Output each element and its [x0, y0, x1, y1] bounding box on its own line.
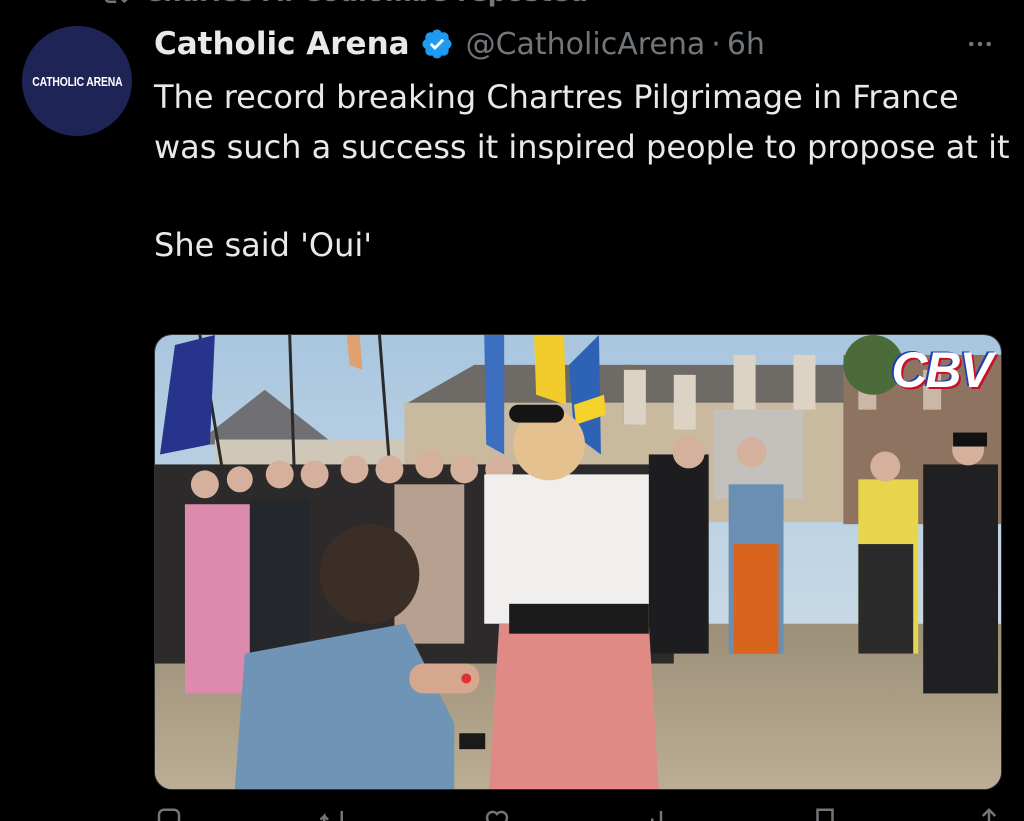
avatar[interactable]: CATHOLIC ARENA [22, 26, 132, 136]
reply-icon[interactable] [154, 806, 184, 821]
tweet-text-line: The record breaking Chartres Pilgrimage … [154, 78, 1010, 166]
timestamp[interactable]: 6h [727, 27, 765, 62]
tweet-text-line: She said 'Oui' [154, 226, 373, 264]
tweet-video[interactable]: CBV [154, 334, 1002, 790]
tweet-actions [154, 806, 1004, 821]
repost-icon[interactable] [318, 806, 348, 821]
tweet-header: Catholic Arena @CatholicArena · 6h [154, 20, 1004, 68]
handle[interactable]: @CatholicArena [466, 27, 706, 62]
video-frame [155, 335, 1001, 789]
share-icon[interactable] [974, 806, 1004, 821]
more-icon [969, 41, 991, 47]
video-overlay-logo: CBV [891, 342, 993, 398]
verified-badge-icon[interactable] [420, 27, 454, 61]
avatar-text: CATHOLIC ARENA [31, 73, 123, 89]
tweet-text: The record breaking Chartres Pilgrimage … [154, 72, 1014, 270]
more-options-button[interactable] [960, 24, 1000, 64]
repost-label: Charles A. Coulombe reposted [144, 0, 588, 8]
display-name[interactable]: Catholic Arena [154, 26, 410, 62]
separator-dot: · [711, 26, 721, 62]
tweet-page: Charles A. Coulombe reposted CATHOLIC AR… [0, 0, 1024, 821]
bookmark-icon[interactable] [810, 806, 840, 821]
repost-icon [104, 0, 128, 4]
repost-indicator[interactable]: Charles A. Coulombe reposted [100, 0, 588, 8]
views-icon[interactable] [646, 806, 676, 821]
like-icon[interactable] [482, 806, 512, 821]
